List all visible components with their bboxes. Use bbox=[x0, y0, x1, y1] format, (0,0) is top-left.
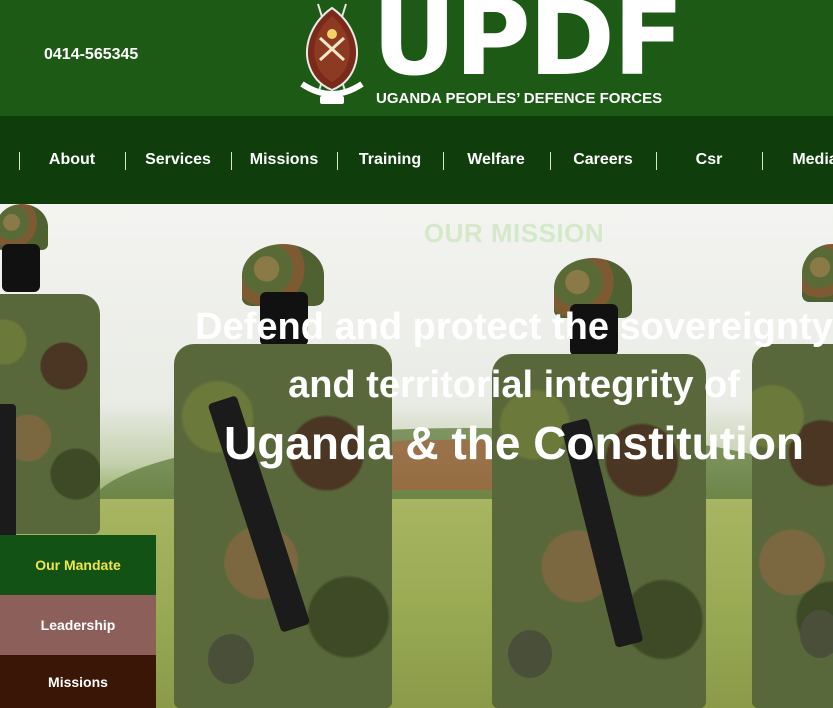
updf-emblem-icon[interactable] bbox=[296, 0, 368, 108]
nav-item-careers[interactable]: Careers bbox=[550, 116, 656, 204]
side-menu-leadership[interactable]: Leadership bbox=[0, 595, 156, 655]
hero-text-line-3: Uganda & the Constitution bbox=[223, 417, 805, 469]
site-header: 0414-565345 UPDF UGANDA PEOPLES’ DEFENCE… bbox=[0, 0, 833, 116]
nav-item-services[interactable]: Services bbox=[125, 116, 231, 204]
soldier-kneepad bbox=[208, 634, 254, 684]
hero-text-line-1: Defend and protect the sovereignty bbox=[195, 306, 833, 348]
soldier-mask bbox=[2, 244, 40, 292]
main-nav: About Services Missions Training Welfare… bbox=[0, 116, 833, 204]
phone-number[interactable]: 0414-565345 bbox=[44, 46, 138, 64]
logo-title[interactable]: UPDF bbox=[372, 0, 684, 90]
nav-item-media[interactable]: Media bbox=[762, 116, 833, 204]
soldier-kneepad bbox=[800, 610, 833, 658]
side-menu-our-mandate[interactable]: Our Mandate bbox=[0, 535, 156, 595]
nav-item-about[interactable]: About bbox=[19, 116, 125, 204]
hero-text-line-2: and territorial integrity of bbox=[288, 364, 740, 406]
side-menu-missions[interactable]: Missions bbox=[0, 655, 156, 708]
logo-subtitle: UGANDA PEOPLES’ DEFENCE FORCES bbox=[376, 90, 663, 107]
soldier-kneepad bbox=[508, 630, 552, 678]
nav-item-csr[interactable]: Csr bbox=[656, 116, 762, 204]
nav-item-welfare[interactable]: Welfare bbox=[443, 116, 549, 204]
hero-heading: OUR MISSION bbox=[423, 218, 605, 248]
nav-item-training[interactable]: Training bbox=[337, 116, 443, 204]
soldier-helmet bbox=[802, 244, 833, 302]
nav-item-missions[interactable]: Missions bbox=[231, 116, 337, 204]
